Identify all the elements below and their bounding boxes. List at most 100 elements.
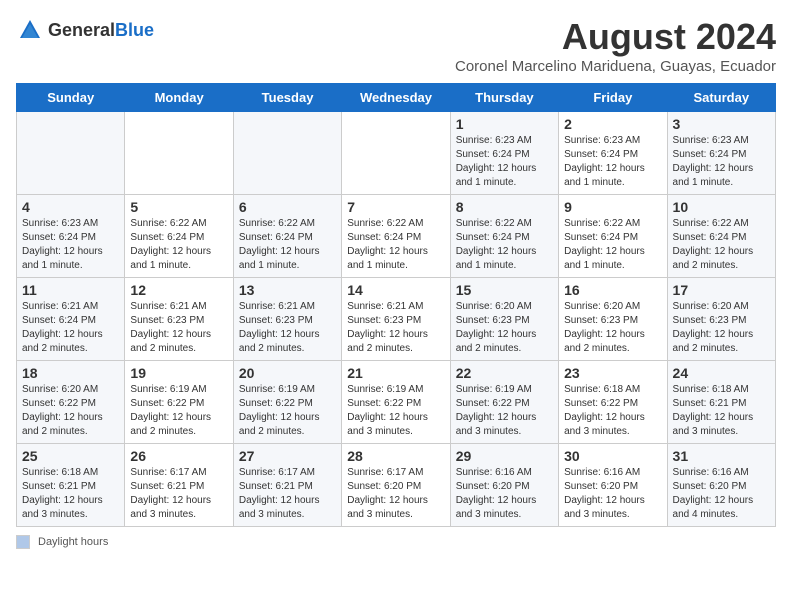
date-number: 24 — [673, 365, 770, 381]
cell-info: Sunrise: 6:18 AM Sunset: 6:22 PM Dayligh… — [564, 383, 661, 439]
calendar-cell: 29Sunrise: 6:16 AM Sunset: 6:20 PM Dayli… — [450, 444, 558, 527]
date-number: 10 — [673, 199, 770, 215]
calendar-cell: 14 Sunrise: 6:21 AM Sunset: 6:23 PM Dayli… — [342, 278, 450, 361]
cell-info: Sunrise: 6:23 AM Sunset: 6:24 PM Dayligh… — [22, 217, 119, 273]
week-row-1: 1Sunrise: 6:23 AM Sunset: 6:24 PM Daylig… — [17, 112, 776, 195]
title-area: August 2024 Coronel Marcelino Mariduena,… — [455, 16, 776, 75]
calendar-cell: 25 Sunrise: 6:18 AM Sunset: 6:21 PM Dayli… — [17, 444, 125, 527]
calendar-cell: 9 Sunrise: 6:22 AM Sunset: 6:24 PM Daylig… — [559, 195, 667, 278]
logo-text: GeneralBlue — [48, 20, 154, 41]
cell-info: Sunrise: 6:17 AM Sunset: 6:21 PM Dayligh… — [130, 466, 227, 522]
cell-info: Sunrise: 6:20 AM Sunset: 6:23 PM Dayligh… — [673, 300, 770, 356]
header-row: SundayMondayTuesdayWednesdayThursdayFrid… — [17, 84, 776, 112]
calendar-cell: 21 Sunrise: 6:19 AM Sunset: 6:22 PM Dayli… — [342, 361, 450, 444]
day-header-saturday: Saturday — [667, 84, 775, 112]
legend-box — [16, 535, 30, 549]
date-number: 20 — [239, 365, 336, 381]
logo-blue: Blue — [115, 20, 154, 40]
cell-info: Sunrise: 6:19 AM Sunset: 6:22 PM Dayligh… — [239, 383, 336, 439]
calendar-cell: 11 Sunrise: 6:21 AM Sunset: 6:24 PM Dayli… — [17, 278, 125, 361]
date-number: 4 — [22, 199, 119, 215]
cell-info: Sunrise: 6:22 AM Sunset: 6:24 PM Dayligh… — [456, 217, 553, 273]
date-number: 22 — [456, 365, 553, 381]
date-number: 8 — [456, 199, 553, 215]
calendar-cell: 20 Sunrise: 6:19 AM Sunset: 6:22 PM Dayli… — [233, 361, 341, 444]
cell-info: Sunrise: 6:22 AM Sunset: 6:24 PM Dayligh… — [347, 217, 444, 273]
date-number: 29 — [456, 448, 553, 464]
date-number: 17 — [673, 282, 770, 298]
calendar-cell: 18 Sunrise: 6:20 AM Sunset: 6:22 PM Dayli… — [17, 361, 125, 444]
calendar-cell: 6 Sunrise: 6:22 AM Sunset: 6:24 PM Daylig… — [233, 195, 341, 278]
calendar-cell: 27 Sunrise: 6:17 AM Sunset: 6:21 PM Dayli… — [233, 444, 341, 527]
date-number: 21 — [347, 365, 444, 381]
cell-info: Sunrise: 6:20 AM Sunset: 6:23 PM Dayligh… — [564, 300, 661, 356]
day-header-sunday: Sunday — [17, 84, 125, 112]
date-number: 23 — [564, 365, 661, 381]
calendar-cell: 10 Sunrise: 6:22 AM Sunset: 6:24 PM Dayli… — [667, 195, 775, 278]
calendar-cell: 2 Sunrise: 6:23 AM Sunset: 6:24 PM Daylig… — [559, 112, 667, 195]
cell-info: Sunrise: 6:22 AM Sunset: 6:24 PM Dayligh… — [673, 217, 770, 273]
calendar-cell: 15Sunrise: 6:20 AM Sunset: 6:23 PM Dayli… — [450, 278, 558, 361]
date-number: 2 — [564, 116, 661, 132]
cell-info: Sunrise: 6:21 AM Sunset: 6:23 PM Dayligh… — [130, 300, 227, 356]
cell-info: Sunrise: 6:23 AM Sunset: 6:24 PM Dayligh… — [564, 134, 661, 190]
date-number: 25 — [22, 448, 119, 464]
calendar-cell: 5 Sunrise: 6:22 AM Sunset: 6:24 PM Daylig… — [125, 195, 233, 278]
calendar-cell: 8 Sunrise: 6:22 AM Sunset: 6:24 PM Daylig… — [450, 195, 558, 278]
date-number: 27 — [239, 448, 336, 464]
calendar-cell: 7 Sunrise: 6:22 AM Sunset: 6:24 PM Daylig… — [342, 195, 450, 278]
calendar-cell — [125, 112, 233, 195]
date-number: 30 — [564, 448, 661, 464]
cell-info: Sunrise: 6:17 AM Sunset: 6:21 PM Dayligh… — [239, 466, 336, 522]
day-header-wednesday: Wednesday — [342, 84, 450, 112]
date-number: 16 — [564, 282, 661, 298]
cell-info: Sunrise: 6:19 AM Sunset: 6:22 PM Dayligh… — [456, 383, 553, 439]
calendar-cell — [233, 112, 341, 195]
date-number: 14 — [347, 282, 444, 298]
calendar-table: SundayMondayTuesdayWednesdayThursdayFrid… — [16, 83, 776, 527]
cell-info: Sunrise: 6:22 AM Sunset: 6:24 PM Dayligh… — [564, 217, 661, 273]
cell-info: Sunrise: 6:18 AM Sunset: 6:21 PM Dayligh… — [22, 466, 119, 522]
calendar-cell: 22 Sunrise: 6:19 AM Sunset: 6:22 PM Dayli… — [450, 361, 558, 444]
cell-info: Sunrise: 6:18 AM Sunset: 6:21 PM Dayligh… — [673, 383, 770, 439]
date-number: 7 — [347, 199, 444, 215]
cell-info: Sunrise: 6:21 AM Sunset: 6:24 PM Dayligh… — [22, 300, 119, 356]
cell-info: Sunrise: 6:23 AM Sunset: 6:24 PM Dayligh… — [673, 134, 770, 190]
cell-info: Sunrise: 6:17 AM Sunset: 6:20 PM Dayligh… — [347, 466, 444, 522]
date-number: 5 — [130, 199, 227, 215]
date-number: 9 — [564, 199, 661, 215]
date-number: 18 — [22, 365, 119, 381]
cell-info: Sunrise: 6:21 AM Sunset: 6:23 PM Dayligh… — [239, 300, 336, 356]
cell-info: Sunrise: 6:22 AM Sunset: 6:24 PM Dayligh… — [130, 217, 227, 273]
cell-info: Sunrise: 6:23 AM Sunset: 6:24 PM Dayligh… — [456, 134, 553, 190]
calendar-cell: 3 Sunrise: 6:23 AM Sunset: 6:24 PM Daylig… — [667, 112, 775, 195]
week-row-2: 4 Sunrise: 6:23 AM Sunset: 6:24 PM Daylig… — [17, 195, 776, 278]
date-number: 28 — [347, 448, 444, 464]
date-number: 11 — [22, 282, 119, 298]
cell-info: Sunrise: 6:16 AM Sunset: 6:20 PM Dayligh… — [564, 466, 661, 522]
cell-info: Sunrise: 6:22 AM Sunset: 6:24 PM Dayligh… — [239, 217, 336, 273]
week-row-4: 18 Sunrise: 6:20 AM Sunset: 6:22 PM Dayli… — [17, 361, 776, 444]
calendar-cell: 17 Sunrise: 6:20 AM Sunset: 6:23 PM Dayli… — [667, 278, 775, 361]
date-number: 12 — [130, 282, 227, 298]
logo-icon — [16, 16, 44, 44]
legend-label: Daylight hours — [38, 536, 108, 548]
day-header-monday: Monday — [125, 84, 233, 112]
calendar-cell: 23 Sunrise: 6:18 AM Sunset: 6:22 PM Dayli… — [559, 361, 667, 444]
calendar-cell: 19Sunrise: 6:19 AM Sunset: 6:22 PM Dayli… — [125, 361, 233, 444]
calendar-cell: 1Sunrise: 6:23 AM Sunset: 6:24 PM Daylig… — [450, 112, 558, 195]
date-number: 6 — [239, 199, 336, 215]
cell-info: Sunrise: 6:20 AM Sunset: 6:23 PM Dayligh… — [456, 300, 553, 356]
page-header: GeneralBlue August 2024 Coronel Marcelin… — [16, 16, 776, 75]
date-number: 3 — [673, 116, 770, 132]
date-number: 26 — [130, 448, 227, 464]
cell-info: Sunrise: 6:21 AM Sunset: 6:23 PM Dayligh… — [347, 300, 444, 356]
week-row-3: 11 Sunrise: 6:21 AM Sunset: 6:24 PM Dayli… — [17, 278, 776, 361]
cell-info: Sunrise: 6:19 AM Sunset: 6:22 PM Dayligh… — [347, 383, 444, 439]
calendar-cell: 12 Sunrise: 6:21 AM Sunset: 6:23 PM Dayli… — [125, 278, 233, 361]
cell-info: Sunrise: 6:20 AM Sunset: 6:22 PM Dayligh… — [22, 383, 119, 439]
date-number: 31 — [673, 448, 770, 464]
day-header-thursday: Thursday — [450, 84, 558, 112]
logo: GeneralBlue — [16, 16, 154, 44]
calendar-cell — [342, 112, 450, 195]
